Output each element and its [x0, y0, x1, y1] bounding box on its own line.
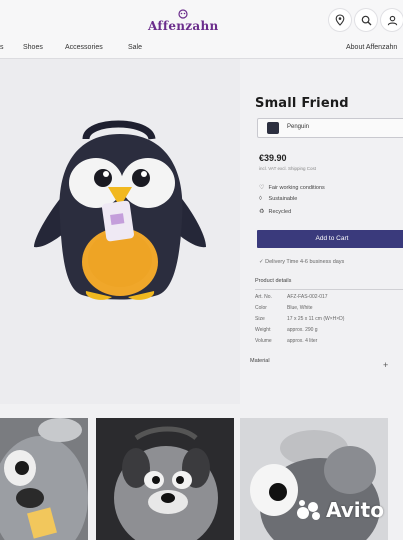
nav-item-accessories[interactable]: Accessories: [65, 44, 103, 51]
detail-value: approx. 4 liter: [287, 338, 318, 344]
brand-logo[interactable]: Affenzahn: [148, 9, 258, 35]
nav-item-sale[interactable]: Sale: [128, 44, 142, 51]
detail-row: Size 17 x 25 x 11 cm (W×H×D): [255, 316, 344, 322]
feature-recycled: ♻ Recycled: [259, 208, 291, 215]
feature-fair: ♡ Fair working conditions: [259, 184, 325, 191]
avito-logo-icon: [297, 500, 320, 520]
detail-value: approx. 290 g: [287, 327, 318, 333]
detail-key: Size: [255, 316, 265, 322]
thumbnail-dog-schnauzer[interactable]: [96, 418, 234, 540]
detail-value: Blue, White: [287, 305, 313, 311]
detail-row: Art. No. AFZ-FAS-002-017: [255, 294, 328, 300]
variant-label: Penguin: [287, 124, 310, 130]
detail-value: 17 x 25 x 11 cm (W×H×D): [287, 316, 345, 322]
screen: Affenzahn s Shoes Accessories Sale About…: [0, 0, 403, 540]
penguin-backpack-image[interactable]: [0, 59, 240, 404]
product-details-heading[interactable]: Product details: [255, 278, 291, 284]
heart-icon: ♡: [259, 185, 265, 191]
delivery-text: Delivery Time 4-6 business days: [265, 259, 345, 265]
feature-label: Recycled: [268, 209, 292, 215]
detail-key: Weight: [255, 327, 271, 333]
product-price: €39.90: [259, 153, 287, 163]
product-image-area: [0, 59, 240, 404]
detail-key: Volume: [255, 338, 272, 344]
drop-icon: ◊: [259, 196, 262, 202]
divider: [255, 289, 403, 290]
nav-item-shoes[interactable]: Shoes: [23, 44, 43, 51]
detail-row: Color Blue, White: [255, 305, 313, 311]
variant-swatch-icon: [267, 122, 279, 134]
main-nav: s Shoes Accessories Sale About Affenzahn: [0, 38, 403, 59]
site-header: Affenzahn: [0, 0, 403, 38]
search-icon[interactable]: [355, 9, 377, 31]
thumbnail-dog-grey[interactable]: [0, 418, 88, 540]
location-pin-icon[interactable]: [329, 9, 351, 31]
detail-row: Volume approx. 4 liter: [255, 338, 317, 344]
detail-row: Weight approx. 290 g: [255, 327, 318, 333]
material-heading[interactable]: Material: [250, 358, 270, 364]
monkey-logo-icon: [178, 9, 188, 19]
feature-label: Fair working conditions: [268, 185, 325, 191]
variant-selector[interactable]: Penguin: [257, 118, 403, 138]
detail-key: Color: [255, 305, 267, 311]
expand-plus-icon[interactable]: +: [383, 360, 388, 370]
nav-item-partial[interactable]: s: [0, 44, 4, 51]
header-icons: [329, 9, 403, 31]
feature-label: Sustainable: [268, 196, 298, 202]
brand-name: Affenzahn: [148, 19, 219, 33]
recycle-icon: ♻: [259, 209, 265, 215]
avito-watermark: Avito: [296, 498, 384, 522]
feature-sustainable: ◊ Sustainable: [259, 196, 297, 202]
product-title: Small Friend: [255, 96, 349, 111]
watermark-text: Avito: [326, 498, 384, 522]
detail-value: AFZ-FAS-002-017: [287, 294, 328, 300]
nav-item-about[interactable]: About Affenzahn: [346, 44, 397, 51]
delivery-time: ✓ Delivery Time 4-6 business days: [259, 259, 344, 265]
account-icon[interactable]: [381, 9, 403, 31]
detail-key: Art. No.: [255, 294, 272, 300]
product-info-panel: Small Friend Penguin €39.90 incl. VAT ex…: [250, 96, 403, 370]
add-to-cart-button[interactable]: Add to Cart: [257, 230, 403, 248]
price-vat-note: incl. VAT excl. Shipping Cost: [259, 166, 317, 171]
